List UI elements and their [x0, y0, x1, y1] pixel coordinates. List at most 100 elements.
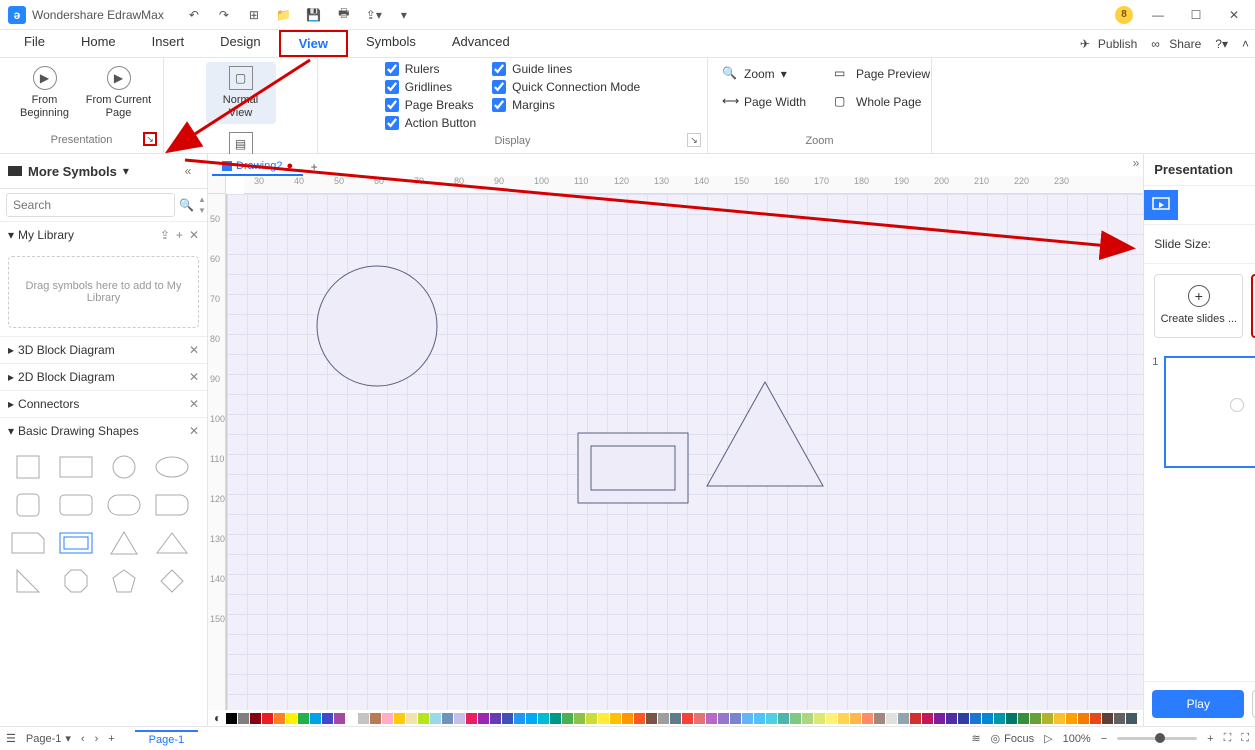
color-swatch[interactable]: [586, 713, 597, 724]
whole-page-button[interactable]: ▢Whole Page: [828, 90, 936, 114]
shape-diamond[interactable]: [152, 566, 192, 596]
color-swatch[interactable]: [946, 713, 957, 724]
normal-view-button[interactable]: ▢ Normal View: [206, 62, 276, 124]
fullscreen-icon[interactable]: ⛶: [1241, 732, 1249, 745]
color-swatch[interactable]: [922, 713, 933, 724]
zoom-out-button[interactable]: −: [1101, 733, 1107, 745]
color-swatch[interactable]: [934, 713, 945, 724]
create-slides-auto-button[interactable]: + Create slides ...: [1154, 274, 1243, 338]
color-swatch[interactable]: [1042, 713, 1053, 724]
margins-checkbox[interactable]: Margins: [492, 98, 640, 112]
color-swatch[interactable]: [982, 713, 993, 724]
color-swatch[interactable]: [826, 713, 837, 724]
color-swatch[interactable]: [574, 713, 585, 724]
color-swatch[interactable]: [1006, 713, 1017, 724]
page-preview-button[interactable]: ▭Page Preview: [828, 62, 936, 86]
color-swatch[interactable]: [550, 713, 561, 724]
color-swatch[interactable]: [298, 713, 309, 724]
action-button-checkbox[interactable]: Action Button: [385, 116, 476, 130]
color-swatch[interactable]: [1102, 713, 1113, 724]
color-swatch[interactable]: [322, 713, 333, 724]
color-swatch[interactable]: [850, 713, 861, 724]
color-swatch[interactable]: [1066, 713, 1077, 724]
color-swatch[interactable]: [478, 713, 489, 724]
export-icon[interactable]: ⇪▾: [364, 5, 384, 25]
menu-advanced[interactable]: Advanced: [434, 30, 528, 57]
horizontal-ruler[interactable]: 3040506070809010011012013014015016017018…: [244, 176, 1143, 194]
menu-symbols[interactable]: Symbols: [348, 30, 434, 57]
shape-square[interactable]: [8, 452, 48, 482]
shape-circle[interactable]: [104, 452, 144, 482]
color-swatch[interactable]: [430, 713, 441, 724]
from-beginning-button[interactable]: ▶ From Beginning: [10, 62, 80, 124]
color-swatch[interactable]: [994, 713, 1005, 724]
color-swatch[interactable]: [910, 713, 921, 724]
shape-diag-rect[interactable]: [8, 528, 48, 558]
color-swatch[interactable]: [418, 713, 429, 724]
menu-design[interactable]: Design: [202, 30, 278, 57]
library-drop-zone[interactable]: Drag symbols here to add to My Library: [8, 256, 199, 328]
shape-right-triangle[interactable]: [8, 566, 48, 596]
color-swatch[interactable]: [1090, 713, 1101, 724]
color-swatch[interactable]: [658, 713, 669, 724]
focus-button[interactable]: ◎ Focus: [991, 732, 1035, 745]
color-swatch[interactable]: [442, 713, 453, 724]
color-swatch[interactable]: [742, 713, 753, 724]
color-swatch[interactable]: [610, 713, 621, 724]
color-swatch[interactable]: [970, 713, 981, 724]
save-icon[interactable]: 💾: [304, 5, 324, 25]
play-status-icon[interactable]: ▷: [1044, 732, 1052, 745]
section-connectors[interactable]: ▸ Connectors✕: [0, 390, 207, 417]
color-swatch[interactable]: [790, 713, 801, 724]
new-icon[interactable]: ⊞: [244, 5, 264, 25]
color-swatch[interactable]: [262, 713, 273, 724]
color-swatch[interactable]: [874, 713, 885, 724]
fit-page-icon[interactable]: ⛶: [1224, 732, 1232, 745]
rulers-checkbox[interactable]: Rulers: [385, 62, 476, 76]
redo-icon[interactable]: ↷: [214, 5, 234, 25]
color-swatch[interactable]: [1018, 713, 1029, 724]
shape-right-round-rect[interactable]: [152, 490, 192, 520]
color-swatch[interactable]: [406, 713, 417, 724]
close-section-icon[interactable]: ✕: [189, 397, 199, 411]
zoom-slider[interactable]: [1117, 737, 1197, 740]
color-swatch[interactable]: [538, 713, 549, 724]
color-swatch[interactable]: [358, 713, 369, 724]
color-swatch[interactable]: [466, 713, 477, 724]
color-swatch[interactable]: [490, 713, 501, 724]
minimize-button[interactable]: —: [1145, 2, 1171, 28]
qat-more-icon[interactable]: ▾: [394, 5, 414, 25]
color-swatch[interactable]: [310, 713, 321, 724]
document-tab[interactable]: Drawing2●: [212, 158, 303, 176]
new-document-tab[interactable]: +: [305, 158, 323, 176]
menu-file[interactable]: File: [6, 30, 63, 57]
close-section-icon[interactable]: ✕: [189, 424, 199, 438]
color-swatch[interactable]: [598, 713, 609, 724]
color-swatch[interactable]: [346, 713, 357, 724]
color-swatch[interactable]: [634, 713, 645, 724]
shape-capsule[interactable]: [104, 490, 144, 520]
color-swatch[interactable]: [778, 713, 789, 724]
color-swatch[interactable]: [718, 713, 729, 724]
palette-picker-icon[interactable]: ◐: [214, 711, 221, 725]
color-swatch[interactable]: [766, 713, 777, 724]
page-list-icon[interactable]: ☰: [6, 732, 16, 745]
color-swatch[interactable]: [1030, 713, 1041, 724]
menu-insert[interactable]: Insert: [134, 30, 203, 57]
section-basic-shapes[interactable]: ▾ Basic Drawing Shapes✕: [0, 417, 207, 444]
shape-rounded-square[interactable]: [8, 490, 48, 520]
help-button[interactable]: ?▾: [1215, 37, 1228, 51]
close-section-icon[interactable]: ✕: [189, 370, 199, 384]
color-swatch[interactable]: [730, 713, 741, 724]
presentation-launcher[interactable]: ↘: [143, 132, 157, 146]
color-swatch[interactable]: [334, 713, 345, 724]
color-swatch[interactable]: [274, 713, 285, 724]
presentation-mode-tab[interactable]: [1144, 190, 1178, 220]
color-swatch[interactable]: [1126, 713, 1137, 724]
collapse-panel-button[interactable]: «: [177, 160, 199, 182]
gridlines-checkbox[interactable]: Gridlines: [385, 80, 476, 94]
play-button[interactable]: Play: [1152, 690, 1244, 718]
color-swatch[interactable]: [646, 713, 657, 724]
color-swatch[interactable]: [382, 713, 393, 724]
page-dropdown[interactable]: Page-1 ▾: [26, 732, 71, 745]
